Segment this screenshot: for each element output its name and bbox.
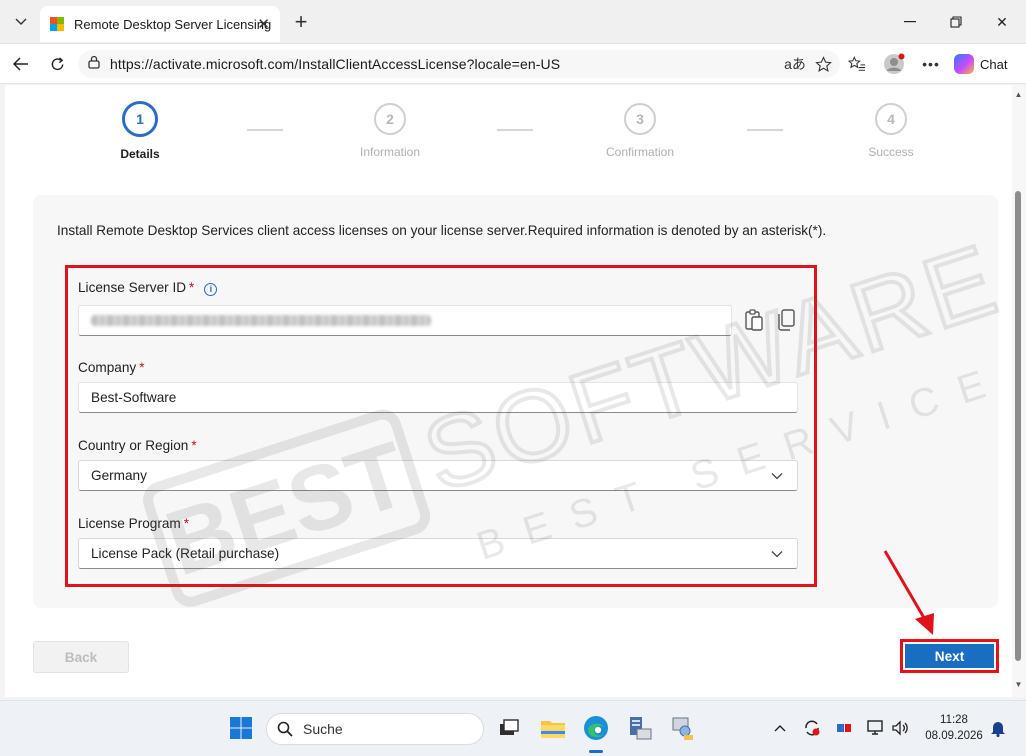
- step-label: Details: [120, 147, 160, 161]
- edge-browser-icon[interactable]: [581, 713, 611, 743]
- taskbar-search[interactable]: Suche: [266, 713, 484, 745]
- url-text: https://activate.microsoft.com/InstallCl…: [110, 56, 561, 72]
- back-arrow-icon[interactable]: [8, 52, 34, 76]
- active-app-indicator: [589, 750, 603, 753]
- read-aloud-icon[interactable]: aあ: [784, 52, 806, 76]
- address-bar[interactable]: https://activate.microsoft.com/InstallCl…: [78, 50, 840, 78]
- show-hidden-icons-chevron-icon[interactable]: [770, 718, 790, 738]
- company-label: Company *: [78, 360, 145, 375]
- step-label: Information: [359, 145, 421, 159]
- server-manager-icon[interactable]: [625, 713, 655, 743]
- step-confirmation: 3 Confirmation: [580, 101, 700, 159]
- lock-icon: [88, 55, 100, 74]
- intro-text: Install Remote Desktop Services client a…: [57, 223, 827, 238]
- license-program-select[interactable]: License Pack (Retail purchase): [78, 538, 798, 569]
- file-explorer-icon[interactable]: [538, 713, 568, 743]
- company-input[interactable]: Best-Software: [78, 382, 798, 413]
- step-details: 1 Details: [80, 101, 200, 161]
- step-label: Success: [868, 145, 914, 159]
- clock-date: 08.09.2026: [925, 730, 983, 742]
- refresh-icon[interactable]: [44, 52, 70, 76]
- close-window-icon[interactable]: ✕: [982, 10, 1022, 34]
- restore-icon[interactable]: [936, 10, 976, 34]
- network-monitor-icon[interactable]: [866, 718, 886, 738]
- step-connector: [247, 129, 283, 131]
- step-success: 4 Success: [831, 101, 951, 159]
- microsoft-logo-icon: [50, 17, 64, 31]
- tab-close-icon[interactable]: ✕: [257, 15, 270, 33]
- new-tab-plus-icon[interactable]: +: [288, 9, 314, 35]
- page-viewport: 1 Details 2 Information 3 Confirmation 4…: [5, 85, 1012, 697]
- redacted-server-id: [91, 315, 431, 326]
- minimize-icon[interactable]: [890, 10, 930, 34]
- step-number: 4: [875, 103, 907, 135]
- step-connector: [497, 129, 533, 131]
- chevron-down-icon: [771, 473, 783, 480]
- search-placeholder: Suche: [303, 721, 343, 737]
- tab-actions-chevron-icon[interactable]: [8, 8, 34, 36]
- more-menu-icon[interactable]: •••: [920, 52, 942, 76]
- search-icon: [277, 721, 293, 737]
- clock-time: 11:28: [940, 714, 968, 726]
- address-toolbar: https://activate.microsoft.com/InstallCl…: [0, 44, 1026, 84]
- chat-label: Chat: [980, 56, 1008, 72]
- country-value: Germany: [91, 468, 147, 483]
- scroll-down-icon[interactable]: ▼: [1014, 681, 1023, 689]
- country-label: Country or Region *: [78, 438, 197, 453]
- info-icon[interactable]: i: [204, 283, 218, 296]
- highlight-frame-form: License Server ID * i Company * Best-Softwa…: [65, 265, 817, 587]
- chevron-down-icon: [771, 551, 783, 558]
- back-button[interactable]: Back: [33, 641, 129, 673]
- license-program-value: License Pack (Retail purchase): [91, 546, 280, 561]
- step-number: 1: [122, 101, 158, 137]
- step-number: 3: [624, 103, 656, 135]
- country-select[interactable]: Germany: [78, 460, 798, 491]
- windows-taskbar: Suche 11:28 08.09.2026: [0, 700, 1026, 756]
- windows-start-icon[interactable]: [226, 713, 256, 743]
- copy-icon[interactable]: [775, 308, 797, 332]
- step-information: 2 Information: [330, 101, 450, 159]
- paste-icon[interactable]: [743, 308, 765, 332]
- system-clock[interactable]: 11:28 08.09.2026: [918, 712, 990, 744]
- license-server-id-input[interactable]: [78, 305, 732, 336]
- volume-icon[interactable]: [890, 718, 910, 738]
- profile-avatar-icon[interactable]: [882, 52, 906, 76]
- form-card: Install Remote Desktop Services client a…: [33, 195, 998, 608]
- scroll-up-icon[interactable]: ▲: [1014, 91, 1023, 99]
- bluetooth-network-icon[interactable]: [834, 718, 854, 738]
- next-button[interactable]: Next: [905, 644, 994, 668]
- license-program-label: License Program *: [78, 516, 190, 531]
- copilot-icon: [954, 54, 974, 74]
- notification-bell-icon[interactable]: [988, 718, 1008, 738]
- license-server-id-label: License Server ID * i: [78, 280, 218, 296]
- sync-status-icon[interactable]: [802, 718, 822, 738]
- step-label: Confirmation: [605, 145, 675, 159]
- favorites-list-icon[interactable]: [846, 52, 868, 76]
- browser-tab[interactable]: Remote Desktop Server Licensing ✕: [40, 6, 280, 42]
- copilot-chat-button[interactable]: Chat: [954, 51, 1007, 77]
- tab-title: Remote Desktop Server Licensing: [74, 16, 272, 32]
- step-number: 2: [374, 103, 406, 135]
- page-scrollbar[interactable]: ▲ ▼: [1012, 85, 1025, 697]
- browser-titlebar: Remote Desktop Server Licensing ✕ + ✕: [0, 0, 1026, 44]
- highlight-frame-next: Next: [900, 639, 999, 673]
- scrollbar-thumb[interactable]: [1015, 191, 1021, 661]
- red-arrow-annotation-icon: [883, 550, 934, 635]
- task-view-icon[interactable]: [494, 713, 524, 743]
- step-connector: [747, 129, 783, 131]
- rd-licensing-manager-icon[interactable]: [668, 713, 698, 743]
- favorite-star-icon[interactable]: [812, 52, 834, 76]
